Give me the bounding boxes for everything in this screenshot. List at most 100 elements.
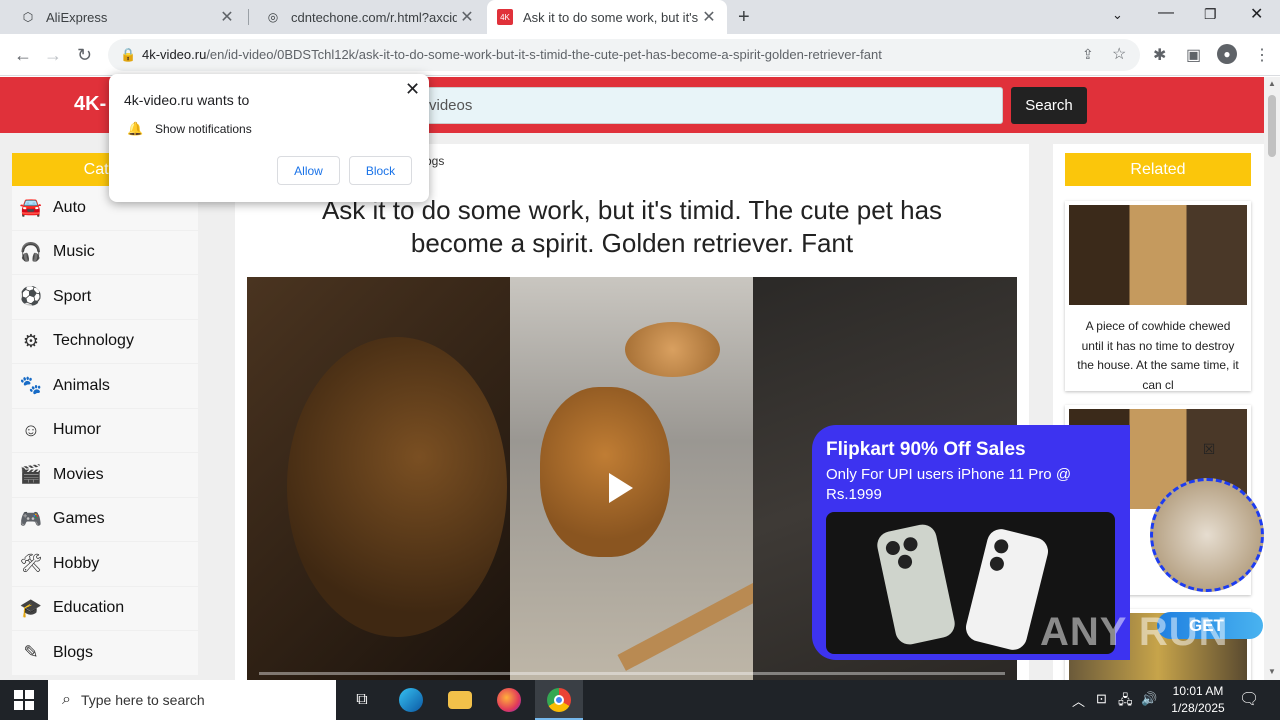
headphones-icon: 🎧: [19, 241, 43, 262]
technology-icon: ⚙: [22, 330, 40, 351]
sleeping-dog: [625, 322, 720, 377]
iphone-back-white: [963, 526, 1051, 653]
ad-subtext[interactable]: Only For UPI users iPhone 11 Pro @ Rs.19…: [826, 465, 1116, 505]
site-logo[interactable]: 4K-: [74, 93, 106, 116]
tab-cdntechone[interactable]: ◎ cdntechone.com/r.html?axcid= ✕: [245, 0, 485, 34]
category-games[interactable]: 🎮 Games: [12, 497, 198, 542]
smile-icon: ☺: [21, 419, 41, 440]
category-movies[interactable]: 🎬 Movies: [12, 453, 198, 498]
video-title: Ask it to do some work, but it's timid. …: [321, 195, 943, 258]
notification-center-icon[interactable]: 🗨: [1239, 689, 1259, 709]
omnibox[interactable]: 🔒 4k-video.ru/en/id-video/0BDSTchl12k/as…: [108, 39, 1140, 71]
related-video-card[interactable]: A piece of cowhide chewed until it has n…: [1065, 201, 1251, 392]
tab-close-icon[interactable]: ✕: [217, 7, 237, 27]
aliexpress-icon: ⬡: [22, 10, 34, 24]
category-list: 🚘 Auto 🎧 Music ⚽ Sport ⚙ Technology 🐾 Animals…: [12, 186, 198, 676]
tab-title: AliExpress: [46, 9, 108, 25]
category-music[interactable]: 🎧 Music: [12, 230, 198, 275]
tab-title: cdntechone.com/r.html?axcid=: [291, 9, 457, 25]
taskbar-search-box[interactable]: ⌕ Type here to search: [48, 680, 336, 720]
golden-retriever-closeup: [287, 337, 507, 637]
allow-button[interactable]: Allow: [277, 156, 340, 185]
system-clock[interactable]: 10:01 AM 1/28/2025: [1162, 683, 1234, 717]
tray-chevron-icon[interactable]: ︿: [1072, 691, 1085, 710]
firefox-icon[interactable]: [497, 688, 521, 712]
lock-icon[interactable]: 🔒: [120, 47, 136, 63]
category-humor[interactable]: ☺ Humor: [12, 408, 198, 453]
page-scrollbar[interactable]: ▲ ▼: [1264, 77, 1280, 680]
new-tab-icon[interactable]: +: [738, 6, 750, 29]
share-icon[interactable]: ⇪: [1082, 46, 1094, 63]
anyrun-watermark: ANY RUN: [1040, 610, 1229, 654]
browser-tab-strip: ⬡ AliExpress ✕ ◎ cdntechone.com/r.html?a…: [0, 0, 1280, 34]
bookmark-star-icon[interactable]: ☆: [1112, 44, 1126, 64]
golden-retriever-sitting: [540, 387, 670, 557]
popup-close-icon[interactable]: ✕: [405, 79, 420, 100]
task-view-icon[interactable]: ⧉: [350, 688, 374, 712]
chrome-icon: [547, 688, 571, 712]
category-animals[interactable]: 🐾 Animals: [12, 364, 198, 409]
blogger-icon: ✎: [23, 642, 39, 663]
scroll-down-icon[interactable]: ▼: [1268, 667, 1276, 676]
graduation-cap-icon: 🎓: [19, 597, 43, 618]
volume-icon[interactable]: 🔊: [1141, 691, 1157, 707]
chrome-menu-icon[interactable]: ⋮: [1254, 45, 1270, 65]
address-toolbar: ← → ↻ 🔒 4k-video.ru/en/id-video/0BDSTchl…: [0, 34, 1280, 76]
video-progress-bar[interactable]: [259, 672, 1005, 675]
categories-sidebar: Categ 🚘 Auto 🎧 Music ⚽ Sport ⚙ Technology 🐾 A…: [12, 153, 198, 680]
block-button[interactable]: Block: [349, 156, 412, 185]
side-panel-icon[interactable]: ▣: [1186, 45, 1201, 65]
notification-permission-popup: 4k-video.ru wants to ✕ 🔔 Show notificati…: [109, 74, 429, 202]
windows-start-icon[interactable]: [14, 690, 34, 710]
reload-icon[interactable]: ↻: [77, 45, 92, 66]
url-text: 4k-video.ru/en/id-video/0BDSTchl12k/ask-…: [142, 47, 882, 62]
clapperboard-icon: 🎬: [19, 464, 43, 485]
ad-circle-thumbnail[interactable]: [1150, 478, 1264, 592]
url-host: 4k-video.ru: [142, 47, 207, 62]
file-explorer-icon[interactable]: [448, 691, 472, 709]
network-icon[interactable]: 🖧: [1118, 691, 1133, 713]
tab-4k-video-active[interactable]: 4K Ask it to do some work, but it's t ✕: [487, 0, 727, 34]
edge-browser-icon[interactable]: [399, 688, 423, 712]
scroll-up-icon[interactable]: ▲: [1268, 79, 1276, 88]
window-close-icon[interactable]: ✕: [1250, 4, 1263, 24]
extensions-puzzle-icon[interactable]: ✱: [1153, 45, 1166, 65]
related-thumbnail[interactable]: [1069, 205, 1247, 305]
forward-arrow-icon[interactable]: →: [44, 45, 62, 66]
restore-icon[interactable]: ❐: [1204, 6, 1217, 23]
category-education[interactable]: 🎓 Education: [12, 586, 198, 631]
video-search-input[interactable]: videos: [416, 87, 1003, 124]
tab-title: Ask it to do some work, but it's t: [523, 9, 699, 25]
scrollbar-thumb[interactable]: [1268, 95, 1276, 157]
url-path: /en/id-video/0BDSTchl12k/ask-it-to-do-so…: [206, 47, 882, 62]
category-blogs[interactable]: ✎ Blogs: [12, 631, 198, 676]
tab-search-chevron-icon[interactable]: ⌄: [1112, 7, 1123, 23]
search-icon: ⌕: [62, 691, 71, 708]
paw-icon: 🐾: [19, 375, 43, 396]
clock-time: 10:01 AM: [1172, 684, 1224, 698]
search-button[interactable]: Search: [1011, 87, 1087, 124]
chrome-taskbar-button-active[interactable]: [535, 680, 583, 720]
back-arrow-icon[interactable]: ←: [14, 45, 32, 66]
popup-permission-text: Show notifications: [155, 122, 252, 136]
play-icon[interactable]: [609, 473, 633, 503]
tools-icon: 🛠: [19, 553, 43, 574]
category-sport[interactable]: ⚽ Sport: [12, 275, 198, 320]
clock-date: 1/28/2025: [1171, 701, 1225, 715]
tab-close-icon[interactable]: ✕: [699, 7, 719, 27]
profile-avatar-icon[interactable]: ●: [1217, 44, 1237, 64]
popup-title: 4k-video.ru wants to: [124, 92, 250, 108]
taskbar-search-placeholder: Type here to search: [80, 692, 205, 708]
minimize-icon[interactable]: —: [1158, 4, 1174, 22]
ad-close-icon[interactable]: ☒: [1201, 441, 1217, 457]
category-hobby[interactable]: 🛠 Hobby: [12, 542, 198, 587]
4k-video-icon: 4K: [497, 9, 513, 25]
tab-aliexpress[interactable]: ⬡ AliExpress ✕: [0, 0, 245, 34]
category-technology[interactable]: ⚙ Technology: [12, 319, 198, 364]
ad-headline[interactable]: Flipkart 90% Off Sales: [826, 439, 1026, 461]
tab-close-icon[interactable]: ✕: [457, 7, 477, 27]
windows-taskbar: ⌕ Type here to search ⧉ ︿ ⊡ 🖧 🔊 10:01 AM…: [0, 680, 1280, 720]
bell-icon: 🔔: [127, 121, 144, 136]
network-adapter-icon[interactable]: ⊡: [1096, 691, 1107, 707]
related-description[interactable]: A piece of cowhide chewed until it has n…: [1073, 317, 1243, 395]
